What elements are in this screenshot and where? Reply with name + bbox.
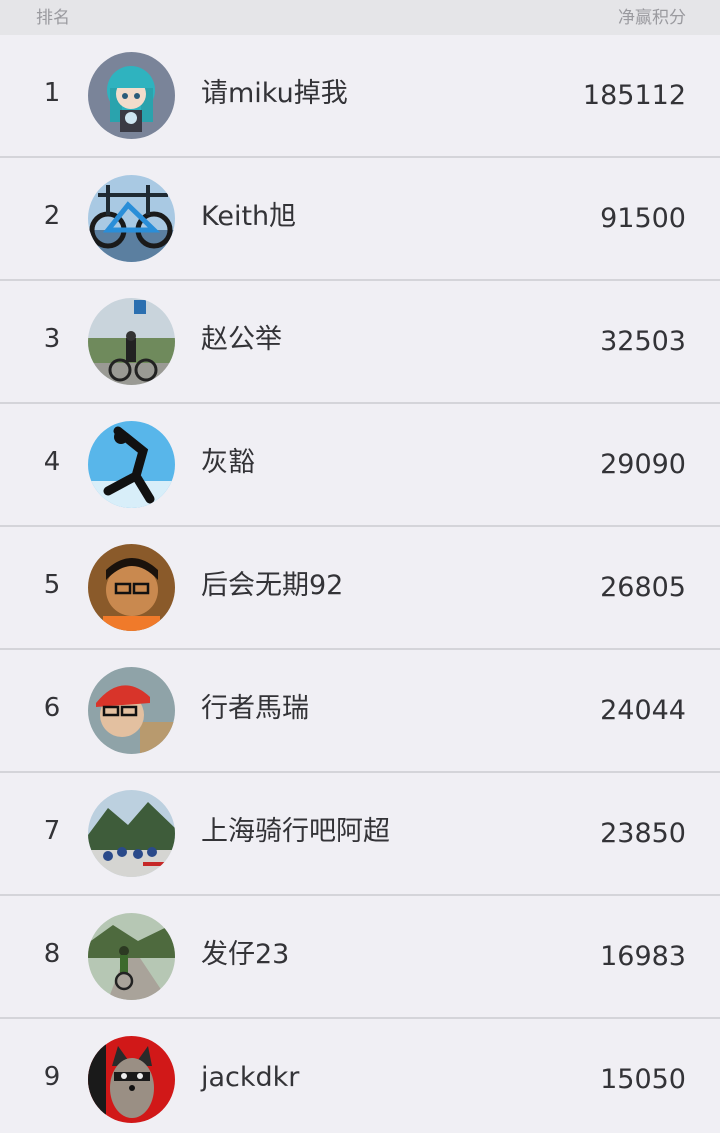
net-score: 26805 — [600, 572, 686, 603]
road-cyclist-avatar-icon[interactable] — [88, 913, 175, 1000]
net-score: 29090 — [600, 449, 686, 480]
net-score: 23850 — [600, 818, 686, 849]
leaderboard-row[interactable]: 8 发仔23 16983 — [0, 896, 720, 1019]
user-name[interactable]: 发仔23 — [201, 894, 289, 1015]
raccoon-avatar-icon[interactable] — [88, 1036, 175, 1123]
group-ride-avatar-icon[interactable] — [88, 790, 175, 877]
user-name[interactable]: jackdkr — [201, 1017, 299, 1133]
leaderboard-list: 1 请miku掉我 185112 2 Keith旭 91500 3 赵公举 32… — [0, 35, 720, 1133]
user-name[interactable]: 后会无期92 — [201, 525, 343, 646]
net-score: 185112 — [582, 80, 686, 111]
helmet-selfie-avatar-icon[interactable] — [88, 667, 175, 754]
leaderboard-row[interactable]: 3 赵公举 32503 — [0, 281, 720, 404]
cyclist-avatar-icon[interactable] — [88, 298, 175, 385]
bicycle-avatar-icon[interactable] — [88, 175, 175, 262]
leaderboard-row[interactable]: 2 Keith旭 91500 — [0, 158, 720, 281]
jumping-person-avatar-icon[interactable] — [88, 421, 175, 508]
user-name[interactable]: 赵公举 — [201, 279, 282, 400]
net-score: 91500 — [600, 203, 686, 234]
user-name[interactable]: 灰豁 — [201, 402, 255, 523]
selfie-avatar-icon[interactable] — [88, 544, 175, 631]
net-score: 15050 — [600, 1064, 686, 1095]
leaderboard-header: 排名 净赢积分 — [0, 0, 720, 35]
leaderboard-row[interactable]: 9 jackdkr 15050 — [0, 1019, 720, 1133]
rank-column-header: 排名 — [36, 8, 70, 28]
leaderboard-row[interactable]: 6 行者馬瑞 24044 — [0, 650, 720, 773]
anime-figure-avatar-icon[interactable] — [88, 52, 175, 139]
leaderboard-row[interactable]: 5 后会无期92 26805 — [0, 527, 720, 650]
user-name[interactable]: Keith旭 — [201, 156, 296, 277]
leaderboard-row[interactable]: 1 请miku掉我 185112 — [0, 35, 720, 158]
net-score: 24044 — [600, 695, 686, 726]
leaderboard-row[interactable]: 4 灰豁 29090 — [0, 404, 720, 527]
net-score: 16983 — [600, 941, 686, 972]
net-score: 32503 — [600, 326, 686, 357]
user-name[interactable]: 请miku掉我 — [201, 33, 348, 154]
leaderboard-row[interactable]: 7 上海骑行吧阿超 23850 — [0, 773, 720, 896]
user-name[interactable]: 行者馬瑞 — [201, 648, 309, 769]
score-column-header: 净赢积分 — [618, 8, 686, 28]
user-name[interactable]: 上海骑行吧阿超 — [201, 771, 390, 892]
